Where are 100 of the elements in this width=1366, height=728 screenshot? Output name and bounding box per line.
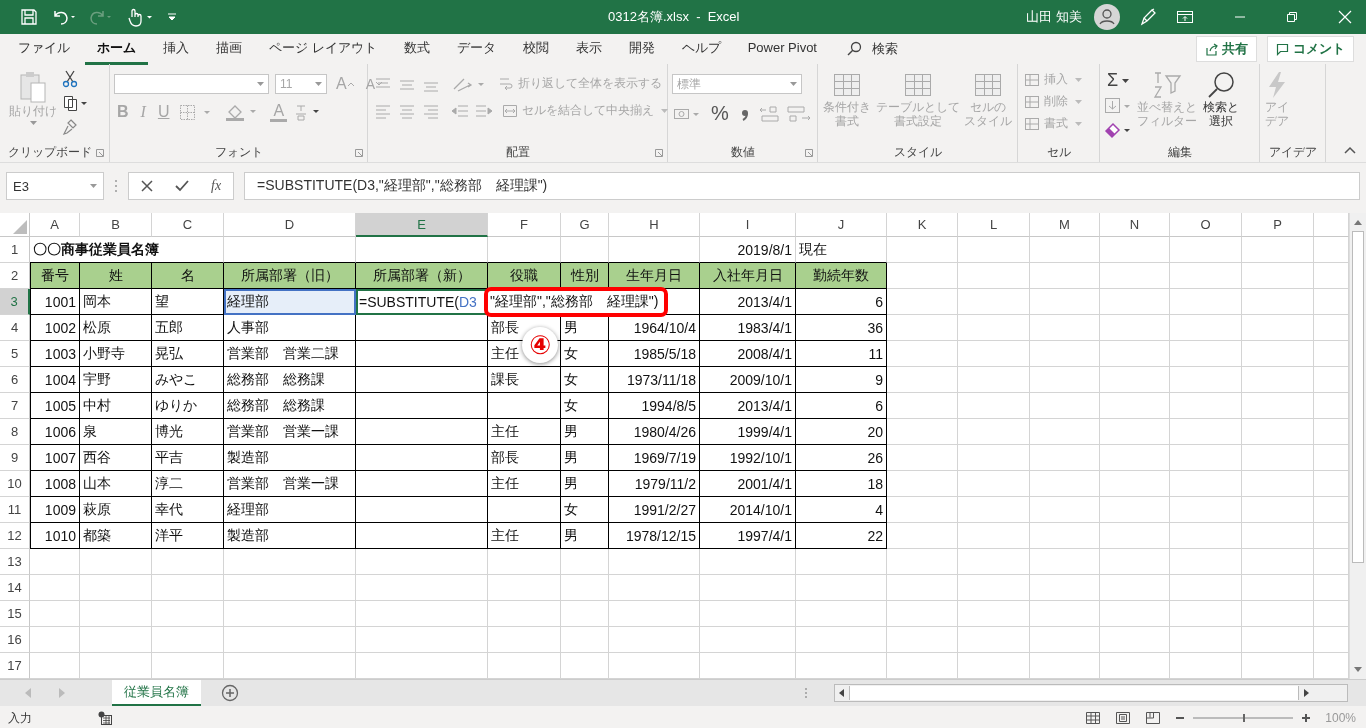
comment-icon[interactable] <box>1276 42 1289 56</box>
ribbon-display-icon[interactable] <box>1176 9 1194 25</box>
copy-icon[interactable] <box>62 94 88 112</box>
row-header[interactable]: 14 <box>0 575 30 601</box>
menu-tab[interactable]: 開発 <box>616 33 667 65</box>
pen-icon[interactable] <box>1138 7 1158 27</box>
column-header[interactable]: I <box>700 213 796 237</box>
row-header[interactable]: 3 <box>0 289 30 315</box>
menu-tab[interactable]: Power Pivot <box>735 35 829 63</box>
collapse-ribbon-icon[interactable] <box>1344 146 1356 154</box>
row-header[interactable]: 2 <box>0 263 30 289</box>
row-header[interactable]: 11 <box>0 497 30 523</box>
row-header[interactable]: 6 <box>0 367 30 393</box>
autosum-button[interactable]: Σ <box>1104 70 1133 91</box>
menu-tab[interactable]: 描画 <box>204 33 254 65</box>
insert-function-button[interactable]: fx <box>211 178 222 194</box>
menu-tab[interactable]: ファイル <box>6 33 82 65</box>
scissors-icon[interactable] <box>62 70 78 88</box>
column-header[interactable]: C <box>152 213 224 237</box>
menu-tab[interactable]: 表示 <box>563 33 614 65</box>
share-icon[interactable] <box>1205 42 1218 56</box>
find-select-button[interactable]: 検索と 選択 <box>1202 68 1241 130</box>
close-icon[interactable] <box>1338 10 1352 24</box>
caret-up-icon[interactable] <box>347 82 354 86</box>
formula-input[interactable]: =SUBSTITUTE(D3,"経理部","総務部 経理課") <box>244 172 1360 200</box>
menu-tab[interactable]: 校閲 <box>510 33 561 65</box>
decimal-places-icon[interactable] <box>757 103 812 124</box>
touch-mode-icon[interactable] <box>126 7 154 27</box>
fill-icon[interactable] <box>1104 97 1132 115</box>
macro-record-icon[interactable] <box>98 711 112 725</box>
column-header[interactable]: K <box>887 213 958 237</box>
column-header[interactable]: H <box>609 213 700 237</box>
row-header[interactable]: 12 <box>0 523 30 549</box>
menu-tab[interactable]: ページ レイアウト <box>257 33 389 65</box>
column-header[interactable]: N <box>1100 213 1170 237</box>
format-painter-icon[interactable] <box>62 118 78 136</box>
splitter-handle-icon[interactable] <box>804 687 808 699</box>
search-label[interactable]: 検索 <box>872 40 898 58</box>
select-all-icon[interactable] <box>13 220 27 234</box>
column-header[interactable]: J <box>796 213 887 237</box>
name-box[interactable]: E3 <box>6 172 104 200</box>
column-header[interactable]: F <box>488 213 561 237</box>
caret-down-icon[interactable] <box>376 82 382 86</box>
column-header[interactable]: P <box>1242 213 1314 237</box>
save-icon[interactable] <box>20 8 38 26</box>
empty-cell <box>561 601 609 627</box>
row-header[interactable]: 10 <box>0 471 30 497</box>
percent-button[interactable]: % <box>708 102 732 125</box>
scroll-up-icon[interactable] <box>1354 219 1362 225</box>
next-sheet-icon[interactable] <box>58 688 66 698</box>
menu-tab[interactable]: 挿入 <box>151 33 201 65</box>
zoom-in-icon[interactable] <box>1301 713 1312 723</box>
dialog-launcher-icon[interactable] <box>805 149 813 157</box>
page-layout-icon[interactable] <box>1115 711 1132 725</box>
scroll-down-icon[interactable] <box>1354 667 1362 673</box>
column-header[interactable]: E <box>356 213 488 237</box>
row-header[interactable]: 8 <box>0 419 30 445</box>
dialog-launcher-icon[interactable] <box>355 149 363 157</box>
enter-icon[interactable] <box>175 180 189 192</box>
menu-tab[interactable]: データ <box>444 33 508 65</box>
avatar-icon[interactable] <box>1094 4 1120 30</box>
row-header[interactable]: 17 <box>0 653 30 679</box>
dialog-launcher-icon[interactable] <box>96 149 104 157</box>
column-header[interactable]: O <box>1170 213 1242 237</box>
column-header[interactable]: A <box>30 213 80 237</box>
search-icon[interactable] <box>1206 70 1237 100</box>
row-header[interactable]: 16 <box>0 627 30 653</box>
sheet-tab[interactable]: 従業員名簿 <box>112 680 201 706</box>
previous-sheet-icon[interactable] <box>24 688 32 698</box>
cancel-icon[interactable] <box>141 180 153 192</box>
dialog-launcher-icon[interactable] <box>655 149 663 157</box>
column-header[interactable]: B <box>80 213 152 237</box>
caret-icon[interactable] <box>1122 78 1130 83</box>
row-header[interactable]: 4 <box>0 315 30 341</box>
customize-toolbar-icon[interactable] <box>166 11 178 23</box>
row-header[interactable]: 15 <box>0 601 30 627</box>
normal-view-icon[interactable] <box>1085 711 1102 725</box>
row-header[interactable]: 5 <box>0 341 30 367</box>
add-sheet-icon[interactable] <box>221 684 239 702</box>
group-label: アイデア <box>1268 144 1317 160</box>
share-button[interactable]: 共有 <box>1196 36 1257 62</box>
column-header[interactable]: G <box>561 213 609 237</box>
column-header[interactable]: L <box>958 213 1030 237</box>
menu-tab[interactable]: 数式 <box>391 33 442 65</box>
row-header[interactable]: 13 <box>0 549 30 575</box>
row-header[interactable]: 9 <box>0 445 30 471</box>
row-header[interactable]: 1 <box>0 237 30 263</box>
vertical-scrollbar[interactable] <box>1349 213 1366 679</box>
horizontal-scrollbar[interactable] <box>834 684 1348 702</box>
menu-tab[interactable]: ホーム <box>85 33 148 65</box>
comment-button[interactable]: コメント <box>1267 36 1354 62</box>
font-name-dropdown[interactable] <box>114 74 269 94</box>
column-header[interactable]: M <box>1030 213 1100 237</box>
menu-tab[interactable]: ヘルプ <box>669 33 733 65</box>
column-header[interactable]: D <box>224 213 356 237</box>
row-header[interactable]: 7 <box>0 393 30 419</box>
page-break-icon[interactable] <box>1145 711 1162 725</box>
restore-icon[interactable] <box>1286 11 1298 23</box>
eraser-icon[interactable] <box>1104 121 1132 139</box>
search-icon[interactable] <box>846 41 862 57</box>
